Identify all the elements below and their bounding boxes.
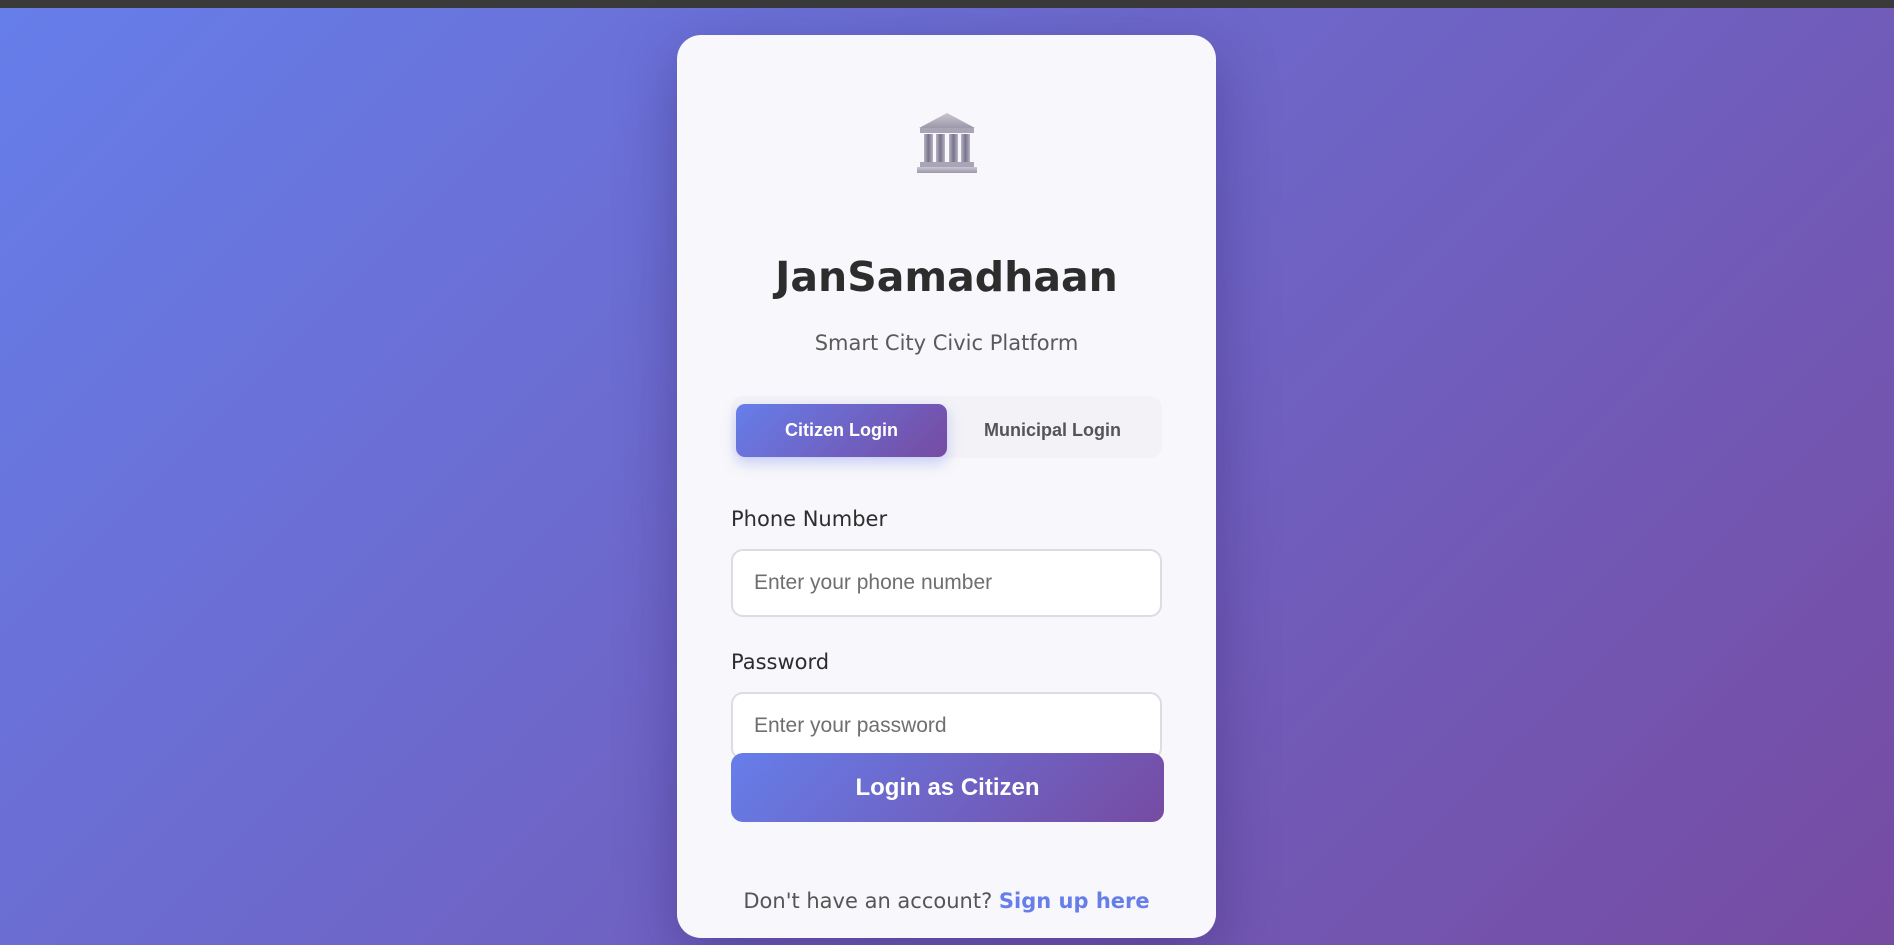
login-card: JanSamadhaan Smart City Civic Platform C…: [677, 35, 1216, 938]
password-label: Password: [731, 650, 830, 674]
signup-prompt: Don't have an account? Sign up here: [677, 887, 1216, 915]
signup-prompt-text: Don't have an account?: [743, 889, 993, 913]
browser-top-bar: [0, 0, 1894, 8]
app-title: JanSamadhaan: [775, 253, 1118, 301]
tab-citizen-login[interactable]: Citizen Login: [736, 404, 947, 457]
login-as-citizen-button[interactable]: Login as Citizen: [731, 753, 1164, 822]
app-subtitle: Smart City Civic Platform: [814, 331, 1079, 355]
phone-number-input[interactable]: [731, 549, 1162, 617]
phone-number-label: Phone Number: [731, 507, 888, 531]
government-building-icon: [917, 113, 977, 173]
login-type-tabs: Citizen Login Municipal Login: [731, 396, 1162, 458]
sign-up-link[interactable]: Sign up here: [999, 889, 1150, 913]
tab-municipal-login[interactable]: Municipal Login: [947, 404, 1158, 457]
password-input[interactable]: [731, 692, 1162, 760]
